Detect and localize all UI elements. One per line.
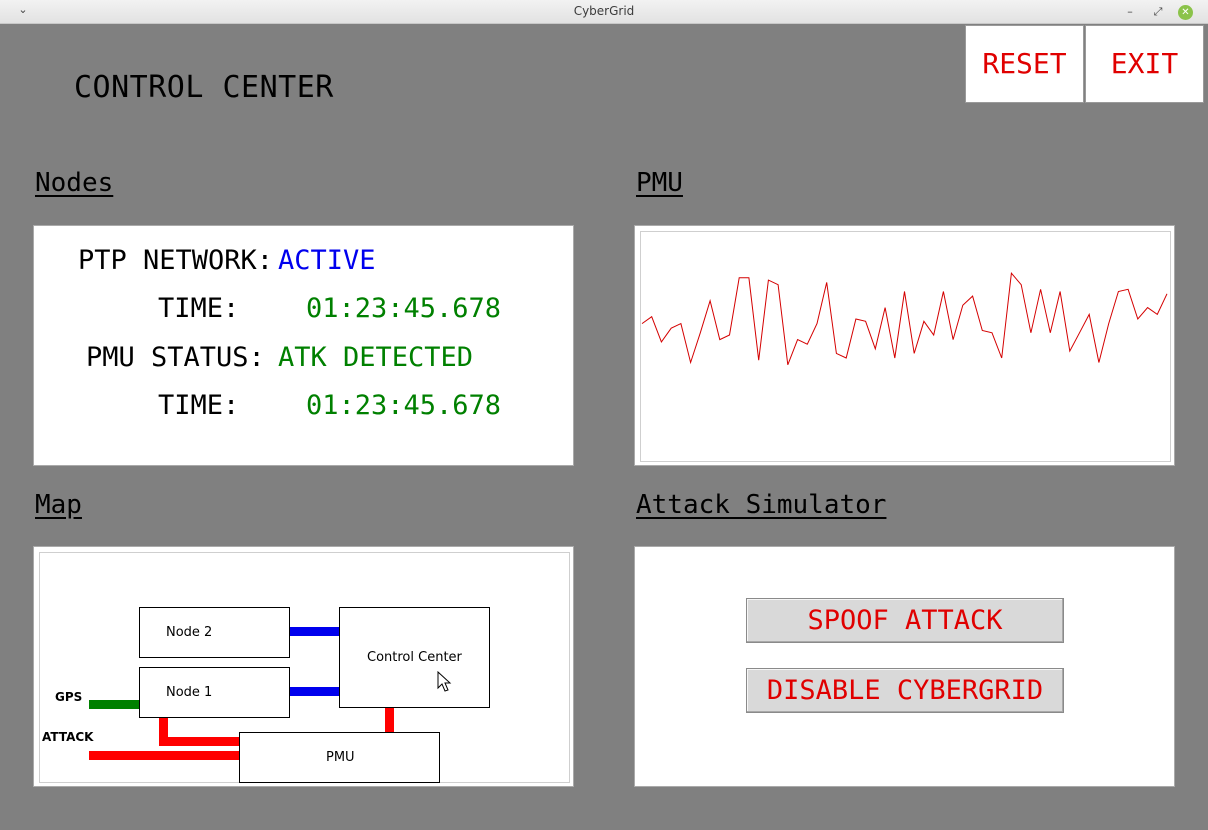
- ptp-network-label: PTP NETWORK:: [78, 245, 274, 276]
- pmu-heading: PMU: [636, 168, 683, 198]
- attack-link: [89, 751, 241, 760]
- pmu-box-label: PMU: [326, 750, 355, 765]
- map-heading: Map: [35, 490, 82, 520]
- control-center-box: Control Center: [339, 607, 490, 708]
- pmu-chart: [641, 271, 1168, 365]
- ptp-time-label: TIME:: [158, 293, 240, 324]
- maximize-icon[interactable]: ⤢: [1150, 4, 1166, 20]
- close-icon[interactable]: ✕: [1178, 5, 1193, 20]
- attack-simulator-panel: SPOOF ATTACK DISABLE CYBERGRID: [634, 546, 1175, 787]
- control-center-label: Control Center: [367, 650, 462, 665]
- pmu-time-value: 01:23:45.678: [306, 390, 502, 421]
- page-title: CONTROL CENTER: [74, 70, 334, 105]
- pmu-box: PMU: [239, 732, 440, 783]
- mouse-cursor-icon: [437, 671, 452, 692]
- node1-label: Node 1: [166, 685, 213, 700]
- ptp-network-status: ACTIVE: [278, 245, 376, 276]
- window-title: CyberGrid: [573, 4, 635, 18]
- spoof-attack-button[interactable]: SPOOF ATTACK: [746, 598, 1064, 643]
- pmu-plot-area: [640, 231, 1171, 462]
- pmu-series-line: [641, 271, 1168, 365]
- window-titlebar: ⌄ CyberGrid – ⤢ ✕: [0, 0, 1208, 24]
- node2-box: Node 2: [139, 607, 290, 658]
- map-panel: Node 2 Node 1 Control Center PMU GPS ATT…: [33, 546, 574, 787]
- nodes-panel: PTP NETWORK: ACTIVE TIME: 01:23:45.678 P…: [33, 225, 574, 466]
- attack-simulator-heading: Attack Simulator: [636, 490, 887, 520]
- pmu-status-value: ATK DETECTED: [278, 342, 474, 373]
- nodes-heading: Nodes: [35, 168, 114, 198]
- node2-label: Node 2: [166, 625, 213, 640]
- node1-box: Node 1: [139, 667, 290, 718]
- node1-pmu-link-horizontal: [159, 737, 241, 746]
- reset-button[interactable]: RESET: [965, 25, 1084, 103]
- map-canvas: Node 2 Node 1 Control Center PMU GPS ATT…: [39, 552, 570, 783]
- attack-label: ATTACK: [42, 730, 94, 744]
- pmu-status-label: PMU STATUS:: [86, 342, 265, 373]
- gps-link: [89, 700, 141, 709]
- ptp-time-value: 01:23:45.678: [306, 293, 502, 324]
- node1-link: [289, 687, 341, 696]
- disable-cybergrid-button[interactable]: DISABLE CYBERGRID: [746, 668, 1064, 713]
- pmu-panel: [634, 225, 1175, 466]
- gps-label: GPS: [55, 690, 83, 704]
- node2-link: [289, 627, 341, 636]
- exit-button[interactable]: EXIT: [1085, 25, 1204, 103]
- minimize-icon[interactable]: –: [1122, 4, 1138, 20]
- pmu-time-label: TIME:: [158, 390, 240, 421]
